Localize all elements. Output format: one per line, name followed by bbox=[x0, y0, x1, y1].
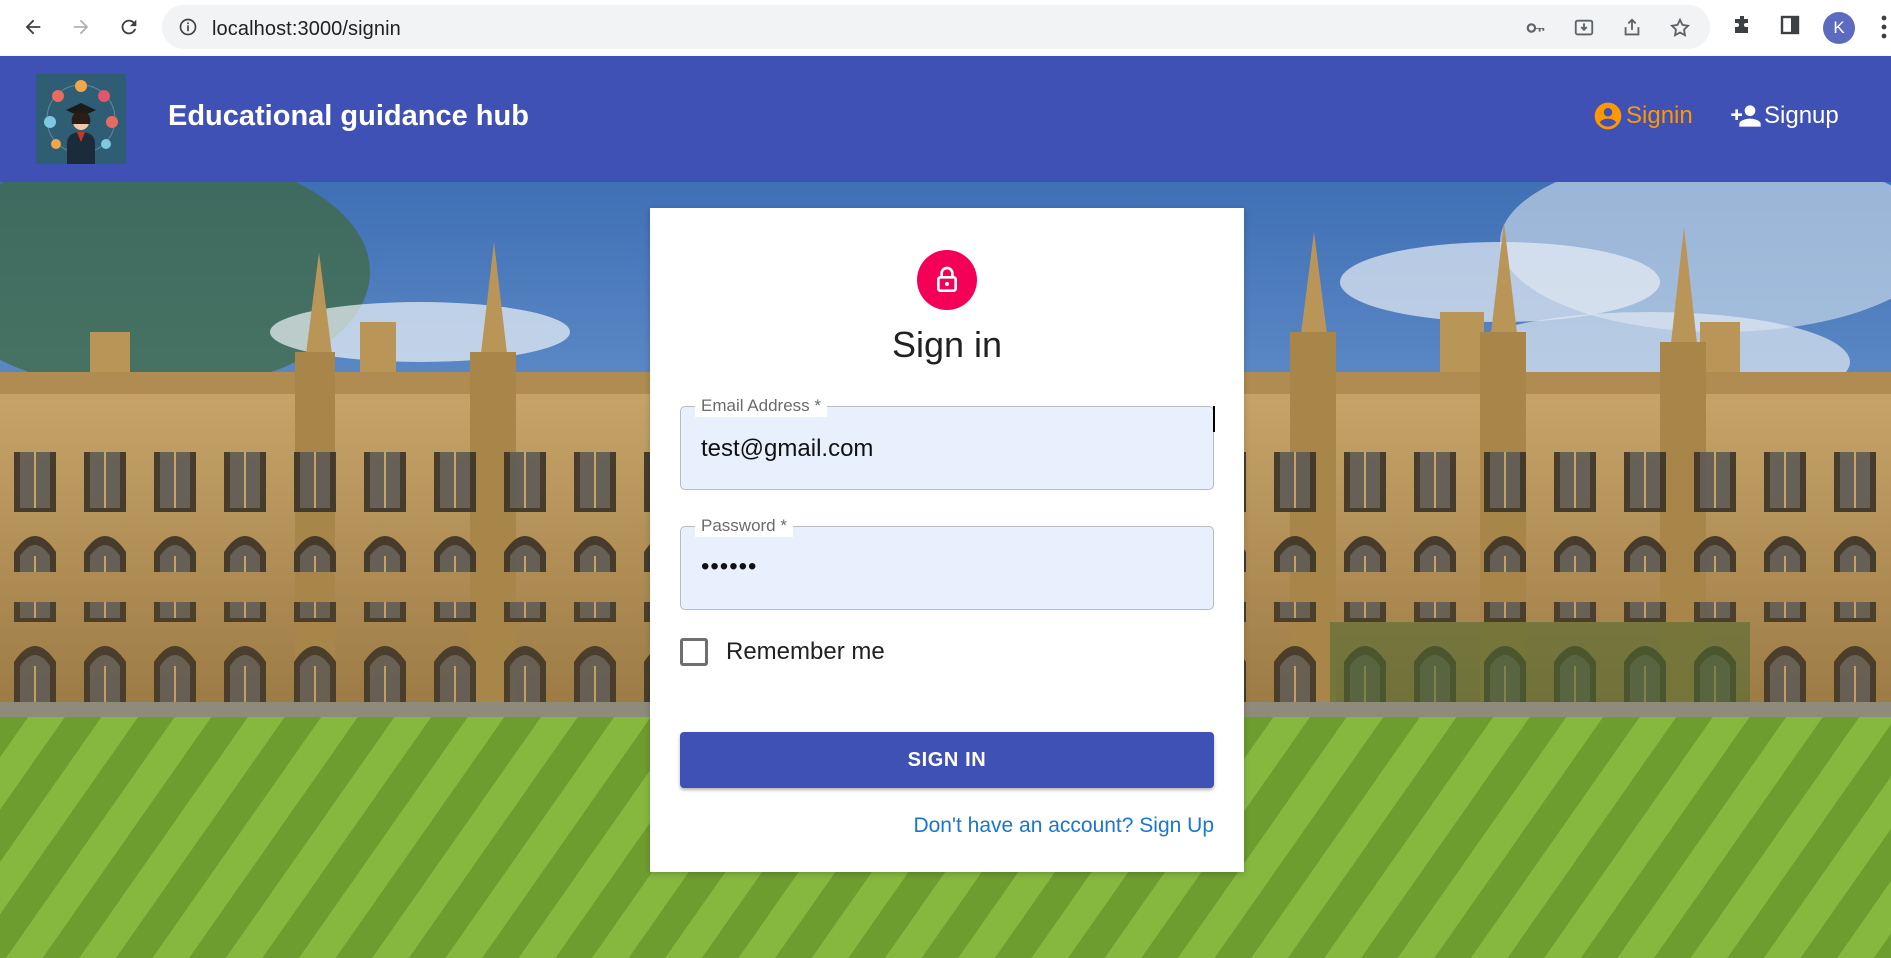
graduate-logo[interactable] bbox=[36, 74, 126, 164]
email-input[interactable] bbox=[701, 435, 1191, 463]
nav-signin-link[interactable]: Signin bbox=[1592, 100, 1693, 132]
browser-toolbar: localhost:3000/signin K bbox=[0, 0, 1891, 56]
site-info-icon[interactable] bbox=[178, 17, 198, 37]
nav-signup-link[interactable]: Signup bbox=[1730, 100, 1839, 132]
signup-link[interactable]: Don't have an account? Sign Up bbox=[913, 814, 1214, 838]
checkbox-box[interactable] bbox=[680, 638, 708, 666]
install-app-icon[interactable] bbox=[1573, 17, 1595, 39]
side-panel-icon[interactable] bbox=[1778, 13, 1802, 37]
bookmark-star-icon[interactable] bbox=[1669, 17, 1691, 39]
signin-card: Sign in Email Address * Password * Remem… bbox=[650, 208, 1244, 872]
nav-signup-label: Signup bbox=[1764, 102, 1839, 129]
password-field[interactable]: Password * bbox=[680, 515, 1214, 610]
email-field[interactable]: Email Address * bbox=[680, 395, 1214, 490]
remember-me-checkbox[interactable]: Remember me bbox=[680, 638, 885, 666]
text-cursor bbox=[1213, 406, 1215, 432]
forward-arrow-icon[interactable] bbox=[64, 10, 98, 44]
app-header: Educational guidance hub Signin Signup bbox=[0, 56, 1891, 182]
browser-menu-icon[interactable] bbox=[1880, 14, 1888, 40]
profile-avatar[interactable]: K bbox=[1823, 12, 1855, 44]
lock-outlined-icon bbox=[937, 266, 957, 292]
person-add-icon bbox=[1731, 105, 1761, 127]
nav-signin-label: Signin bbox=[1626, 102, 1693, 129]
share-icon[interactable] bbox=[1621, 17, 1643, 39]
email-label: Email Address * bbox=[695, 395, 827, 417]
password-label: Password * bbox=[695, 515, 793, 537]
brand-title[interactable]: Educational guidance hub bbox=[168, 100, 529, 133]
lock-avatar bbox=[917, 250, 977, 310]
reload-icon[interactable] bbox=[112, 10, 146, 44]
url-text[interactable]: localhost:3000/signin bbox=[212, 18, 401, 41]
address-bar[interactable]: localhost:3000/signin bbox=[162, 5, 1710, 49]
password-input[interactable] bbox=[701, 553, 1191, 581]
back-arrow-icon[interactable] bbox=[16, 10, 50, 44]
signin-heading: Sign in bbox=[891, 324, 1003, 365]
key-icon[interactable] bbox=[1525, 17, 1547, 39]
account-circle-icon bbox=[1594, 102, 1622, 130]
extensions-puzzle-icon[interactable] bbox=[1730, 13, 1754, 37]
remember-me-label[interactable]: Remember me bbox=[726, 638, 885, 666]
signin-submit-button[interactable]: SIGN IN bbox=[680, 732, 1214, 788]
